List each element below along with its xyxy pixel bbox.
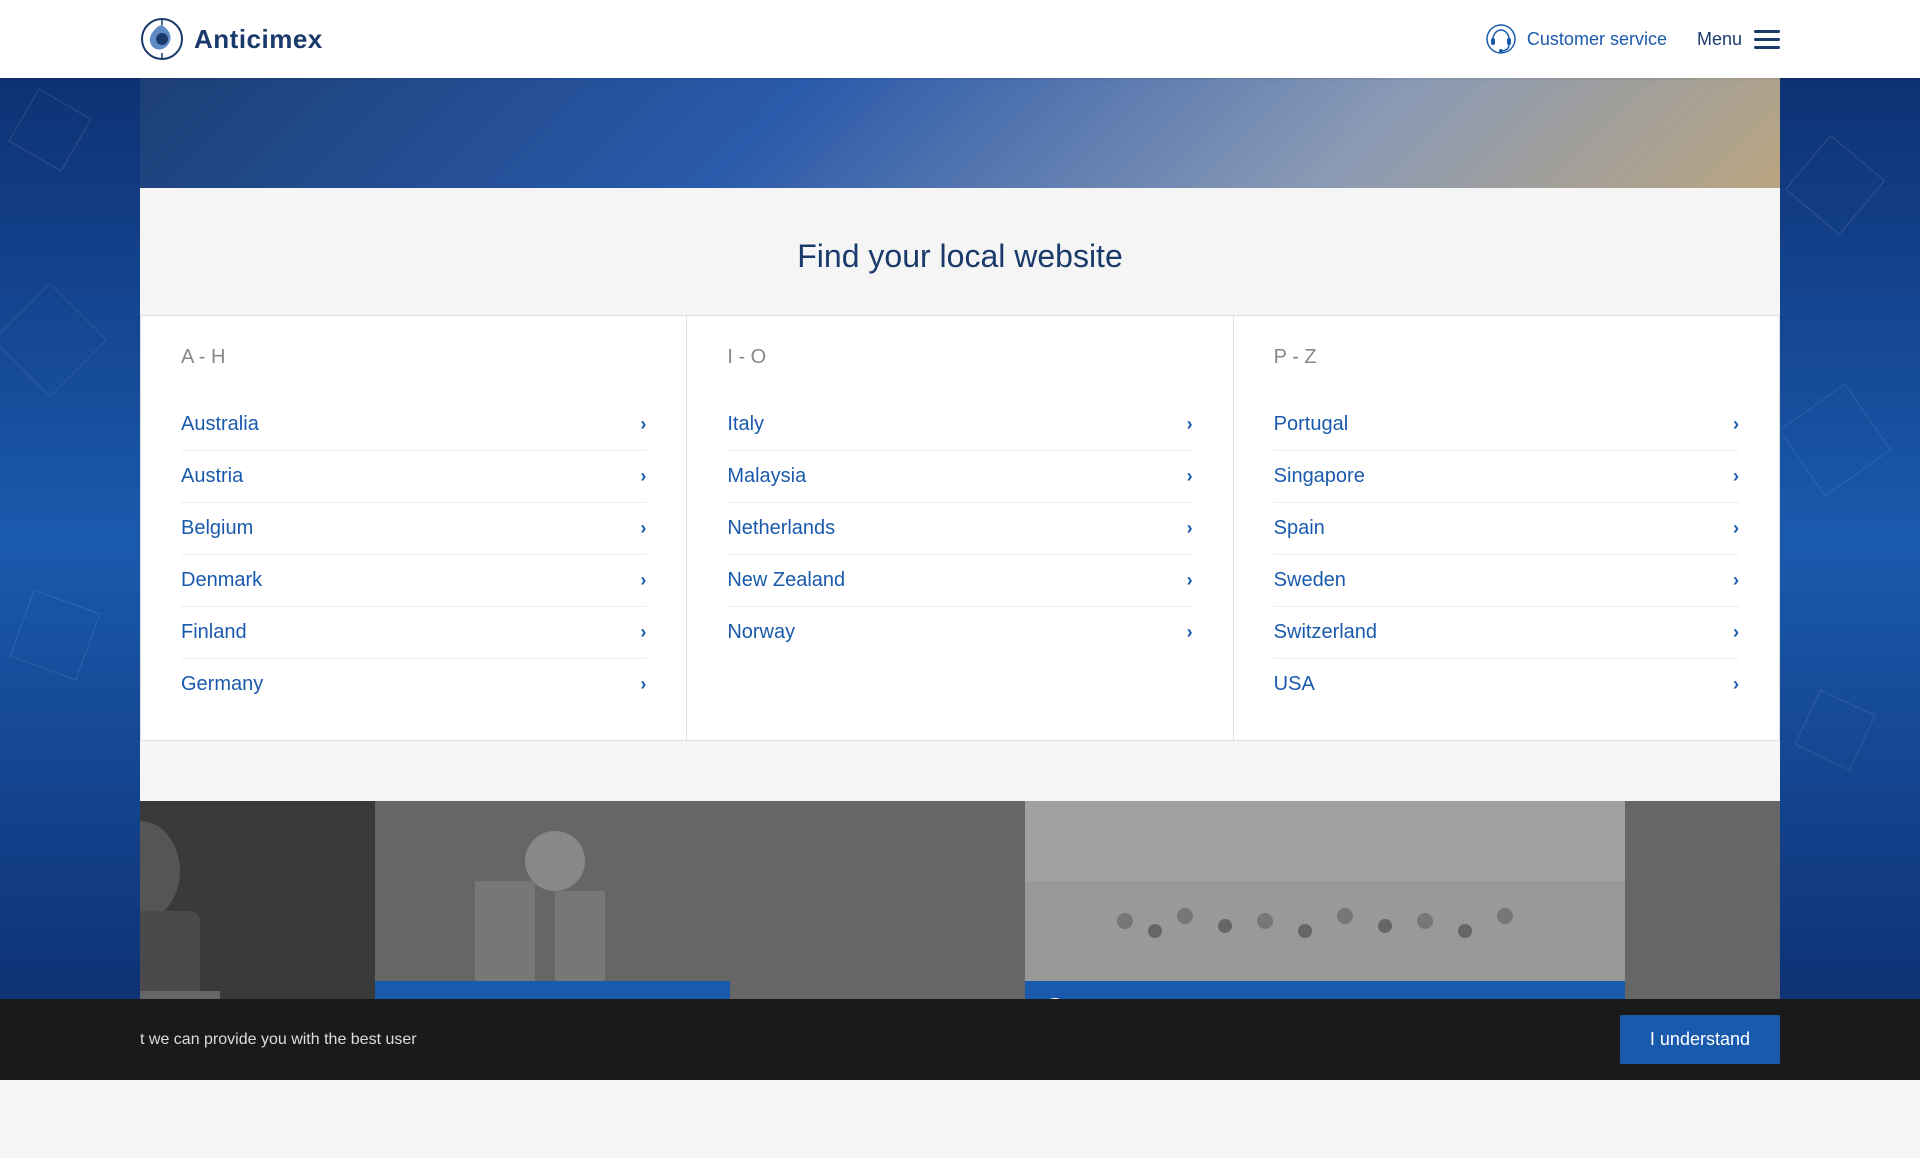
- country-name: Germany: [181, 673, 263, 696]
- country-spain[interactable]: Spain ›: [1274, 503, 1739, 555]
- chevron-right-icon: ›: [640, 518, 646, 539]
- column-header-i-o: I - O: [727, 346, 1192, 379]
- country-name: USA: [1274, 673, 1315, 696]
- country-name: Austria: [181, 465, 243, 488]
- customer-service-icon: [1485, 23, 1517, 55]
- chevron-right-icon: ›: [1733, 466, 1739, 487]
- menu-label: Menu: [1697, 29, 1742, 50]
- country-name: Denmark: [181, 569, 262, 592]
- hero-banner: [0, 78, 1920, 188]
- country-name: Finland: [181, 621, 247, 644]
- country-name: Belgium: [181, 517, 253, 540]
- main-content: Find your local website A - H Australia …: [0, 188, 1920, 801]
- country-name: Italy: [727, 413, 764, 436]
- logo[interactable]: Anticimex: [140, 17, 323, 61]
- country-italy[interactable]: Italy ›: [727, 399, 1192, 451]
- chevron-right-icon: ›: [1187, 622, 1193, 643]
- header: Anticimex Customer service Menu: [0, 0, 1920, 78]
- menu-button[interactable]: Menu: [1697, 29, 1780, 50]
- chevron-right-icon: ›: [1733, 518, 1739, 539]
- country-name: Sweden: [1274, 569, 1346, 592]
- chevron-right-icon: ›: [1187, 466, 1193, 487]
- cookie-banner: t we can provide you with the best user …: [0, 999, 1920, 1080]
- chevron-right-icon: ›: [640, 570, 646, 591]
- chevron-right-icon: ›: [640, 466, 646, 487]
- country-norway[interactable]: Norway ›: [727, 607, 1192, 658]
- chevron-right-icon: ›: [640, 622, 646, 643]
- country-usa[interactable]: USA ›: [1274, 659, 1739, 710]
- logo-text: Anticimex: [194, 24, 323, 55]
- country-denmark[interactable]: Denmark ›: [181, 555, 646, 607]
- country-belgium[interactable]: Belgium ›: [181, 503, 646, 555]
- column-i-o: I - O Italy › Malaysia › Netherlands › N…: [687, 316, 1233, 740]
- country-australia[interactable]: Australia ›: [181, 399, 646, 451]
- column-header-a-h: A - H: [181, 346, 646, 379]
- country-name: Singapore: [1274, 465, 1365, 488]
- chevron-right-icon: ›: [1733, 570, 1739, 591]
- hamburger-icon: [1754, 30, 1780, 49]
- country-name: Norway: [727, 621, 795, 644]
- country-singapore[interactable]: Singapore ›: [1274, 451, 1739, 503]
- country-finland[interactable]: Finland ›: [181, 607, 646, 659]
- country-name: Switzerland: [1274, 621, 1377, 644]
- country-sweden[interactable]: Sweden ›: [1274, 555, 1739, 607]
- chevron-right-icon: ›: [1733, 674, 1739, 695]
- right-decoration: [1780, 0, 1920, 1080]
- chevron-right-icon: ›: [1187, 414, 1193, 435]
- anticimex-logo-icon: [140, 17, 184, 61]
- chevron-right-icon: ›: [640, 414, 646, 435]
- cookie-understand-button[interactable]: I understand: [1620, 1015, 1780, 1064]
- chevron-right-icon: ›: [1187, 518, 1193, 539]
- chevron-right-icon: ›: [1187, 570, 1193, 591]
- country-malaysia[interactable]: Malaysia ›: [727, 451, 1192, 503]
- country-netherlands[interactable]: Netherlands ›: [727, 503, 1192, 555]
- country-name: Spain: [1274, 517, 1325, 540]
- customer-service-label: Customer service: [1527, 29, 1667, 50]
- section-title: Find your local website: [140, 238, 1780, 275]
- country-new-zealand[interactable]: New Zealand ›: [727, 555, 1192, 607]
- country-name: Australia: [181, 413, 259, 436]
- country-name: Netherlands: [727, 517, 835, 540]
- country-grid: A - H Australia › Austria › Belgium › De…: [140, 315, 1780, 741]
- country-switzerland[interactable]: Switzerland ›: [1274, 607, 1739, 659]
- country-austria[interactable]: Austria ›: [181, 451, 646, 503]
- country-name: Portugal: [1274, 413, 1349, 436]
- column-p-z: P - Z Portugal › Singapore › Spain › Swe…: [1234, 316, 1779, 740]
- country-name: New Zealand: [727, 569, 845, 592]
- customer-service-button[interactable]: Customer service: [1485, 23, 1667, 55]
- left-decoration: [0, 0, 140, 1080]
- column-header-p-z: P - Z: [1274, 346, 1739, 379]
- country-name: Malaysia: [727, 465, 806, 488]
- column-a-h: A - H Australia › Austria › Belgium › De…: [141, 316, 687, 740]
- chevron-right-icon: ›: [1733, 622, 1739, 643]
- chevron-right-icon: ›: [1733, 414, 1739, 435]
- cookie-text: t we can provide you with the best user: [140, 1031, 417, 1049]
- country-portugal[interactable]: Portugal ›: [1274, 399, 1739, 451]
- chevron-right-icon: ›: [640, 674, 646, 695]
- country-germany[interactable]: Germany ›: [181, 659, 646, 710]
- header-actions: Customer service Menu: [1485, 23, 1780, 55]
